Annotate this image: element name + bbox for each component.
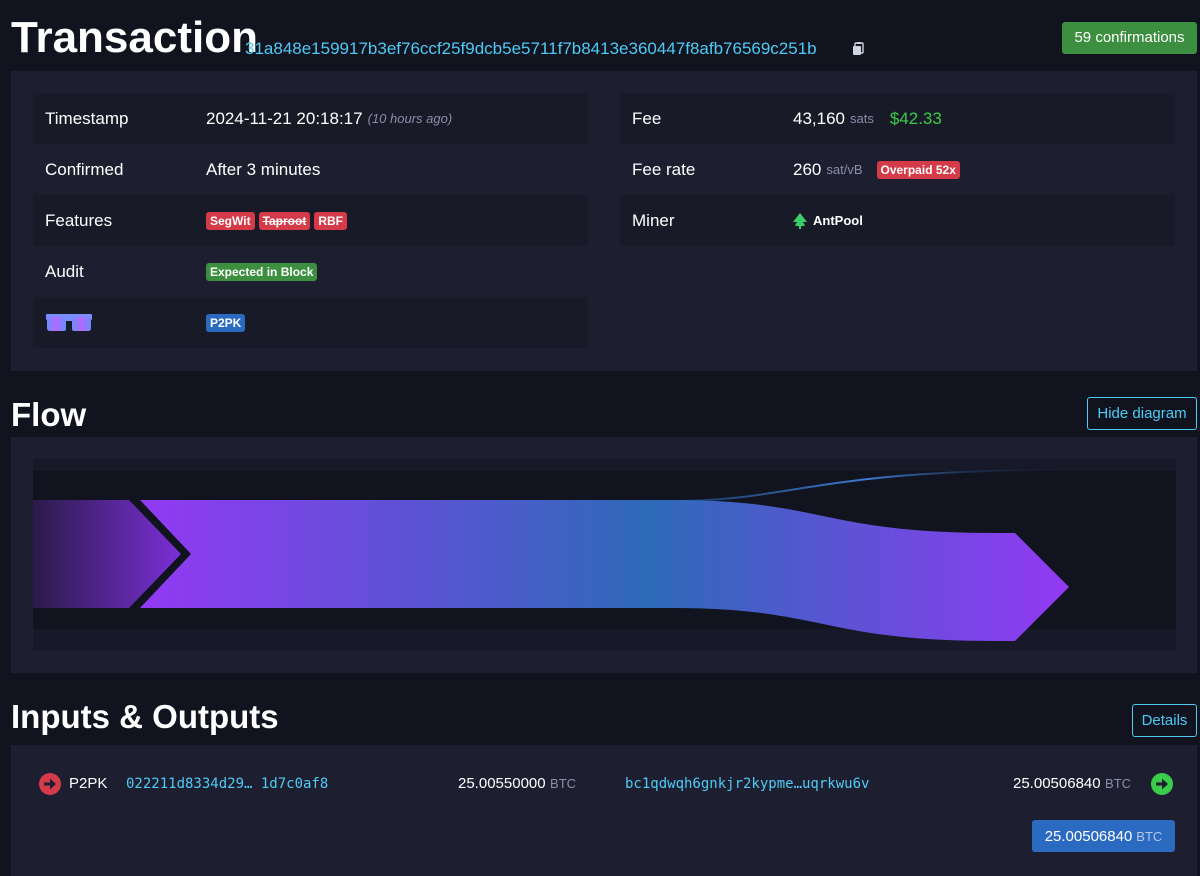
fee-rate-unit: sat/vB	[826, 162, 863, 177]
confirmed-label: Confirmed	[45, 159, 124, 179]
taproot-tag[interactable]: Taproot	[258, 211, 311, 230]
miner-row: Miner AntPool	[620, 195, 1175, 246]
miner-label: Miner	[632, 210, 675, 230]
fee-value: 43,160 sats $42.33	[793, 109, 942, 129]
fee-row: Fee 43,160 sats $42.33	[620, 93, 1175, 144]
overpaid-tag[interactable]: Overpaid 52x	[876, 160, 960, 179]
input-arrow-icon[interactable]	[39, 773, 61, 800]
script-type-row: P2PK	[33, 297, 588, 348]
segwit-tag[interactable]: SegWit	[206, 211, 255, 230]
fee-unit: sats	[850, 111, 874, 126]
audit-tag: Expected in Block	[206, 262, 318, 281]
timestamp-label: Timestamp	[45, 108, 129, 128]
confirmed-row: Confirmed After 3 minutes	[33, 144, 588, 195]
output-arrow-icon[interactable]	[1151, 773, 1173, 800]
output-amount-value: 25.00506840	[1013, 775, 1101, 792]
fee-rate-row: Fee rate 260 sat/vB Overpaid 52x	[620, 144, 1175, 195]
total-amount-button[interactable]: 25.00506840 BTC	[1032, 820, 1175, 852]
hide-diagram-button[interactable]: Hide diagram	[1087, 397, 1197, 430]
glasses-icon	[46, 314, 92, 337]
output-amount-unit: BTC	[1105, 776, 1132, 791]
features-tags: SegWit Taproot RBF	[206, 211, 351, 230]
antpool-icon	[793, 212, 807, 229]
total-amount-value: 25.00506840	[1044, 827, 1133, 845]
details-button[interactable]: Details	[1132, 704, 1197, 737]
input-amount: 25.00550000 BTC	[458, 775, 576, 793]
total-amount-unit: BTC	[1136, 828, 1163, 844]
confirmed-value: After 3 minutes	[206, 159, 321, 179]
timestamp-relative: (10 hours ago)	[367, 111, 453, 126]
miner-name: AntPool	[813, 213, 863, 228]
fee-label: Fee	[632, 108, 662, 128]
script-type-value: P2PK	[206, 313, 249, 332]
io-title: Inputs & Outputs	[11, 698, 279, 735]
timestamp-row: Timestamp 2024-11-21 20:18:17 (10 hours …	[33, 93, 588, 144]
fee-rate-label: Fee rate	[632, 159, 696, 179]
flow-diagram	[33, 459, 1176, 651]
features-label: Features	[45, 210, 113, 230]
timestamp-text: 2024-11-21 20:18:17	[206, 108, 363, 128]
io-panel: P2PK 022211d8334d29… 1d7c0af8 25.0055000…	[11, 745, 1197, 876]
timestamp-value: 2024-11-21 20:18:17 (10 hours ago)	[206, 109, 452, 129]
output-amount: 25.00506840 BTC	[1013, 775, 1131, 793]
audit-value: Expected in Block	[206, 262, 321, 281]
audit-row: Audit Expected in Block	[33, 246, 588, 297]
rbf-tag[interactable]: RBF	[314, 211, 348, 230]
input-address[interactable]: 022211d8334d29… 1d7c0af8	[126, 776, 328, 792]
input-amount-unit: BTC	[550, 776, 577, 791]
input-type: P2PK	[69, 775, 108, 792]
details-panel: Timestamp 2024-11-21 20:18:17 (10 hours …	[11, 71, 1197, 371]
flow-title: Flow	[11, 396, 87, 433]
confirmations-badge: 59 confirmations	[1062, 22, 1197, 54]
input-amount-value: 25.00550000	[458, 775, 546, 792]
features-row: Features SegWit Taproot RBF	[33, 195, 588, 246]
fee-rate-number: 260	[793, 159, 822, 179]
fee-sats: 43,160	[793, 108, 845, 128]
fee-rate-value: 260 sat/vB Overpaid 52x	[793, 160, 964, 180]
txid-link[interactable]: 31a848e159917b3ef76ccf25f9dcb5e5711f7b84…	[245, 38, 817, 60]
audit-label: Audit	[45, 261, 84, 281]
miner-value[interactable]: AntPool	[793, 212, 863, 229]
page-title: Transaction	[11, 13, 258, 62]
p2pk-tag: P2PK	[206, 313, 246, 332]
copy-icon[interactable]	[852, 42, 866, 56]
output-address[interactable]: bc1qdwqh6gnkjr2kypme…uqrkwu6v	[625, 776, 869, 792]
fee-fiat: $42.33	[889, 108, 942, 128]
flow-panel	[11, 437, 1197, 673]
